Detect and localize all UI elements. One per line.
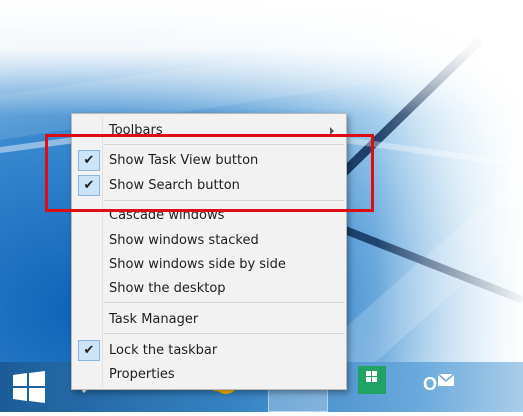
menu-item-label: Show Search button: [109, 178, 240, 193]
start-button[interactable]: [0, 362, 58, 412]
menu-item-show-search-button[interactable]: ✔ Show Search button: [74, 174, 344, 197]
checkmark-icon: ✔: [78, 340, 100, 361]
svg-text:O: O: [423, 374, 437, 394]
menu-separator: [104, 200, 344, 201]
menu-item-toolbars[interactable]: Toolbars: [74, 119, 344, 142]
menu-item-label: Show the desktop: [109, 281, 226, 296]
menu-separator: [104, 302, 344, 303]
menu-item-show-the-desktop[interactable]: Show the desktop: [74, 277, 344, 300]
menu-item-properties[interactable]: Properties: [74, 363, 344, 386]
menu-item-label: Lock the taskbar: [109, 343, 218, 358]
menu-separator: [104, 333, 344, 334]
menu-item-label: Toolbars: [109, 123, 163, 138]
menu-item-show-windows-side-by-side[interactable]: Show windows side by side: [74, 253, 344, 276]
menu-item-label: Show Task View button: [109, 153, 259, 168]
menu-item-cascade-windows[interactable]: Cascade windows: [74, 204, 344, 227]
menu-item-show-task-view-button[interactable]: ✔ Show Task View button: [74, 149, 344, 172]
menu-item-label: Properties: [109, 367, 175, 382]
checkmark-icon: ✔: [78, 150, 100, 171]
store-icon: [358, 366, 386, 394]
menu-item-label: Show windows stacked: [109, 233, 259, 248]
menu-item-lock-the-taskbar[interactable]: ✔ Lock the taskbar: [74, 339, 344, 362]
submenu-arrow-icon: [330, 127, 334, 135]
menu-item-show-windows-stacked[interactable]: Show windows stacked: [74, 229, 344, 252]
menu-item-label: Task Manager: [109, 312, 199, 327]
checkmark-icon: ✔: [78, 175, 100, 196]
store-button[interactable]: [352, 362, 392, 412]
taskbar-context-menu: Toolbars ✔ Show Task View button ✔ Show …: [71, 113, 347, 390]
menu-item-task-manager[interactable]: Task Manager: [74, 308, 344, 331]
outlook-button[interactable]: O: [412, 362, 462, 412]
menu-item-label: Cascade windows: [109, 208, 225, 223]
menu-separator: [104, 144, 344, 145]
windows-logo-icon: [13, 371, 45, 403]
outlook-icon: O: [423, 373, 455, 394]
menu-item-label: Show windows side by side: [109, 257, 286, 272]
